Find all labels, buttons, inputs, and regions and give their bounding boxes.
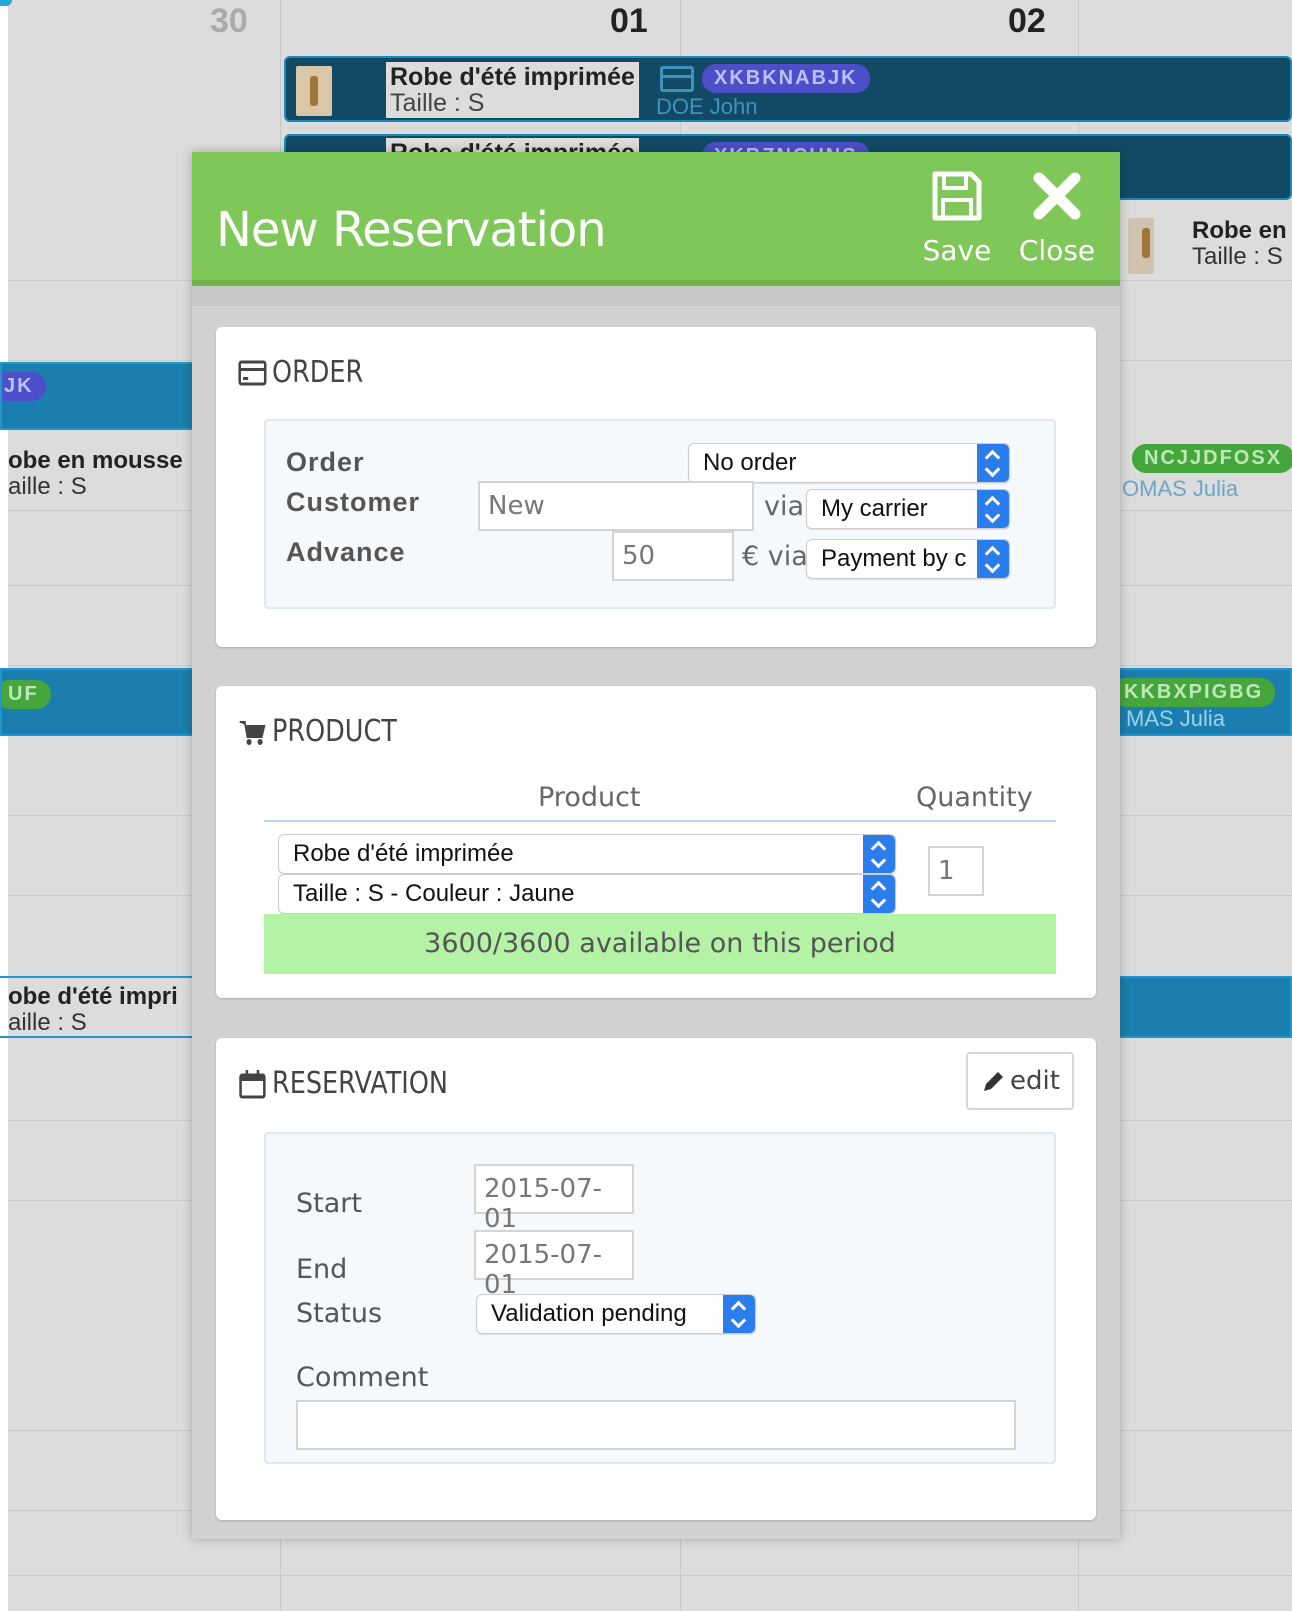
order-select[interactable]: No order <box>688 443 1010 483</box>
reservation-heading: RESERVATION <box>238 1066 448 1101</box>
via-label: via <box>764 491 805 522</box>
save-button[interactable]: Save <box>912 164 1002 274</box>
reservation-event[interactable]: Robe d'été imprimée Taille : S XKBKNABJK… <box>284 56 1292 122</box>
event-client-name: MAS Julia <box>1126 706 1226 731</box>
carrier-select[interactable]: My carrier <box>806 489 1010 529</box>
advance-label: Advance <box>286 537 406 567</box>
reservation-event[interactable]: obe en mousse aille : S <box>8 448 183 500</box>
shopping-cart-icon <box>239 720 266 745</box>
credit-card-icon <box>238 360 267 385</box>
reservation-event[interactable] <box>1118 976 1292 1038</box>
day-number: 02 <box>1008 2 1046 40</box>
status-select[interactable]: Validation pending <box>476 1294 756 1334</box>
status-label: Status <box>296 1298 383 1329</box>
close-label: Close <box>1018 234 1096 267</box>
payment-method-select[interactable]: Payment by c <box>806 539 1010 579</box>
event-product-size: aille : S <box>8 473 87 500</box>
end-label: End <box>296 1254 348 1285</box>
event-product-size: Taille : S <box>1192 243 1283 270</box>
order-label: Order <box>286 447 365 477</box>
select-arrow-icon <box>863 835 895 873</box>
day-number: 30 <box>210 2 248 40</box>
product-column-header: Product <box>538 782 641 813</box>
modal-header: New Reservation Save Close <box>192 152 1120 286</box>
select-arrow-icon <box>977 540 1009 578</box>
end-date-input[interactable]: 2015-07-01 <box>474 1230 634 1300</box>
event-client-name: OMAS Julia <box>1122 476 1239 501</box>
order-heading: ORDER <box>238 355 363 390</box>
close-button[interactable]: Close <box>1012 164 1102 274</box>
order-reference-badge: KKBXPIGBG <box>1120 678 1276 707</box>
select-arrow-icon <box>863 875 895 913</box>
start-label: Start <box>296 1188 362 1219</box>
reservation-event-outline <box>0 976 200 1038</box>
select-arrow-icon <box>977 490 1009 528</box>
order-reference-badge: XKBKNABJK <box>702 64 870 93</box>
new-reservation-modal: New Reservation Save Close ORDER Order N… <box>192 152 1120 1539</box>
advance-input[interactable]: 50 <box>612 531 734 581</box>
reservation-event[interactable]: NCJJDFOSX OMAS Julia <box>1118 440 1292 508</box>
reservation-form: Start 2015-07-01 End 2015-07-01 Status V… <box>264 1132 1056 1464</box>
reservation-event[interactable]: JK <box>0 362 200 430</box>
day-number: 01 <box>610 2 648 40</box>
start-date-input[interactable]: 2015-07-01 <box>474 1164 634 1234</box>
product-variant-select[interactable]: Taille : S - Couleur : Jaune <box>278 874 896 914</box>
customer-input[interactable]: New <box>478 481 754 531</box>
table-header-divider <box>264 820 1056 822</box>
product-select[interactable]: Robe d'été imprimée <box>278 834 896 874</box>
event-product-title: obe en mousse <box>8 447 183 474</box>
comment-label: Comment <box>296 1362 429 1393</box>
window-edge-mark <box>0 0 12 6</box>
customer-label: Customer <box>286 487 421 517</box>
reservation-event[interactable]: UF <box>0 668 200 736</box>
euro-via-label: € via <box>742 541 808 572</box>
credit-card-icon <box>660 66 694 92</box>
product-heading: PRODUCT <box>238 714 397 749</box>
reservation-event[interactable]: Robe en Taille : S <box>1120 212 1292 282</box>
close-icon <box>1033 172 1081 220</box>
save-label: Save <box>922 234 992 267</box>
modal-title: New Reservation <box>216 202 607 258</box>
order-reference-badge: JK <box>2 372 46 401</box>
product-panel: PRODUCT Product Quantity Robe d'été impr… <box>216 686 1096 998</box>
order-form: Order No order Customer New via My carri… <box>264 419 1056 609</box>
quantity-column-header: Quantity <box>916 782 1033 813</box>
pencil-icon <box>984 1071 1004 1091</box>
product-thumbnail <box>1128 218 1154 274</box>
quantity-input[interactable]: 1 <box>928 846 984 896</box>
edit-button[interactable]: edit <box>966 1052 1074 1110</box>
event-client-name: DOE John <box>656 94 758 119</box>
order-reference-badge: UF <box>2 680 51 709</box>
product-thumbnail <box>296 66 332 116</box>
event-product-title: Robe en <box>1192 217 1287 244</box>
order-panel: ORDER Order No order Customer New via My… <box>216 327 1096 647</box>
comment-input[interactable] <box>296 1400 1016 1450</box>
floppy-disk-icon <box>932 171 982 221</box>
select-arrow-icon <box>977 444 1009 482</box>
event-product-title: Robe d'été imprimée <box>390 63 635 91</box>
calendar-icon <box>239 1069 266 1098</box>
reservation-event[interactable]: KKBXPIGBG MAS Julia <box>1118 668 1292 736</box>
window-edge <box>0 0 8 1611</box>
header-shadow <box>192 286 1120 306</box>
availability-notice: 3600/3600 available on this period <box>264 914 1056 974</box>
event-product-size: Taille : S <box>390 89 485 117</box>
select-arrow-icon <box>723 1295 755 1333</box>
reservation-panel: RESERVATION edit Start 2015-07-01 End 20… <box>216 1038 1096 1520</box>
row-divider <box>8 1575 1292 1576</box>
order-reference-badge: NCJJDFOSX <box>1132 444 1292 473</box>
